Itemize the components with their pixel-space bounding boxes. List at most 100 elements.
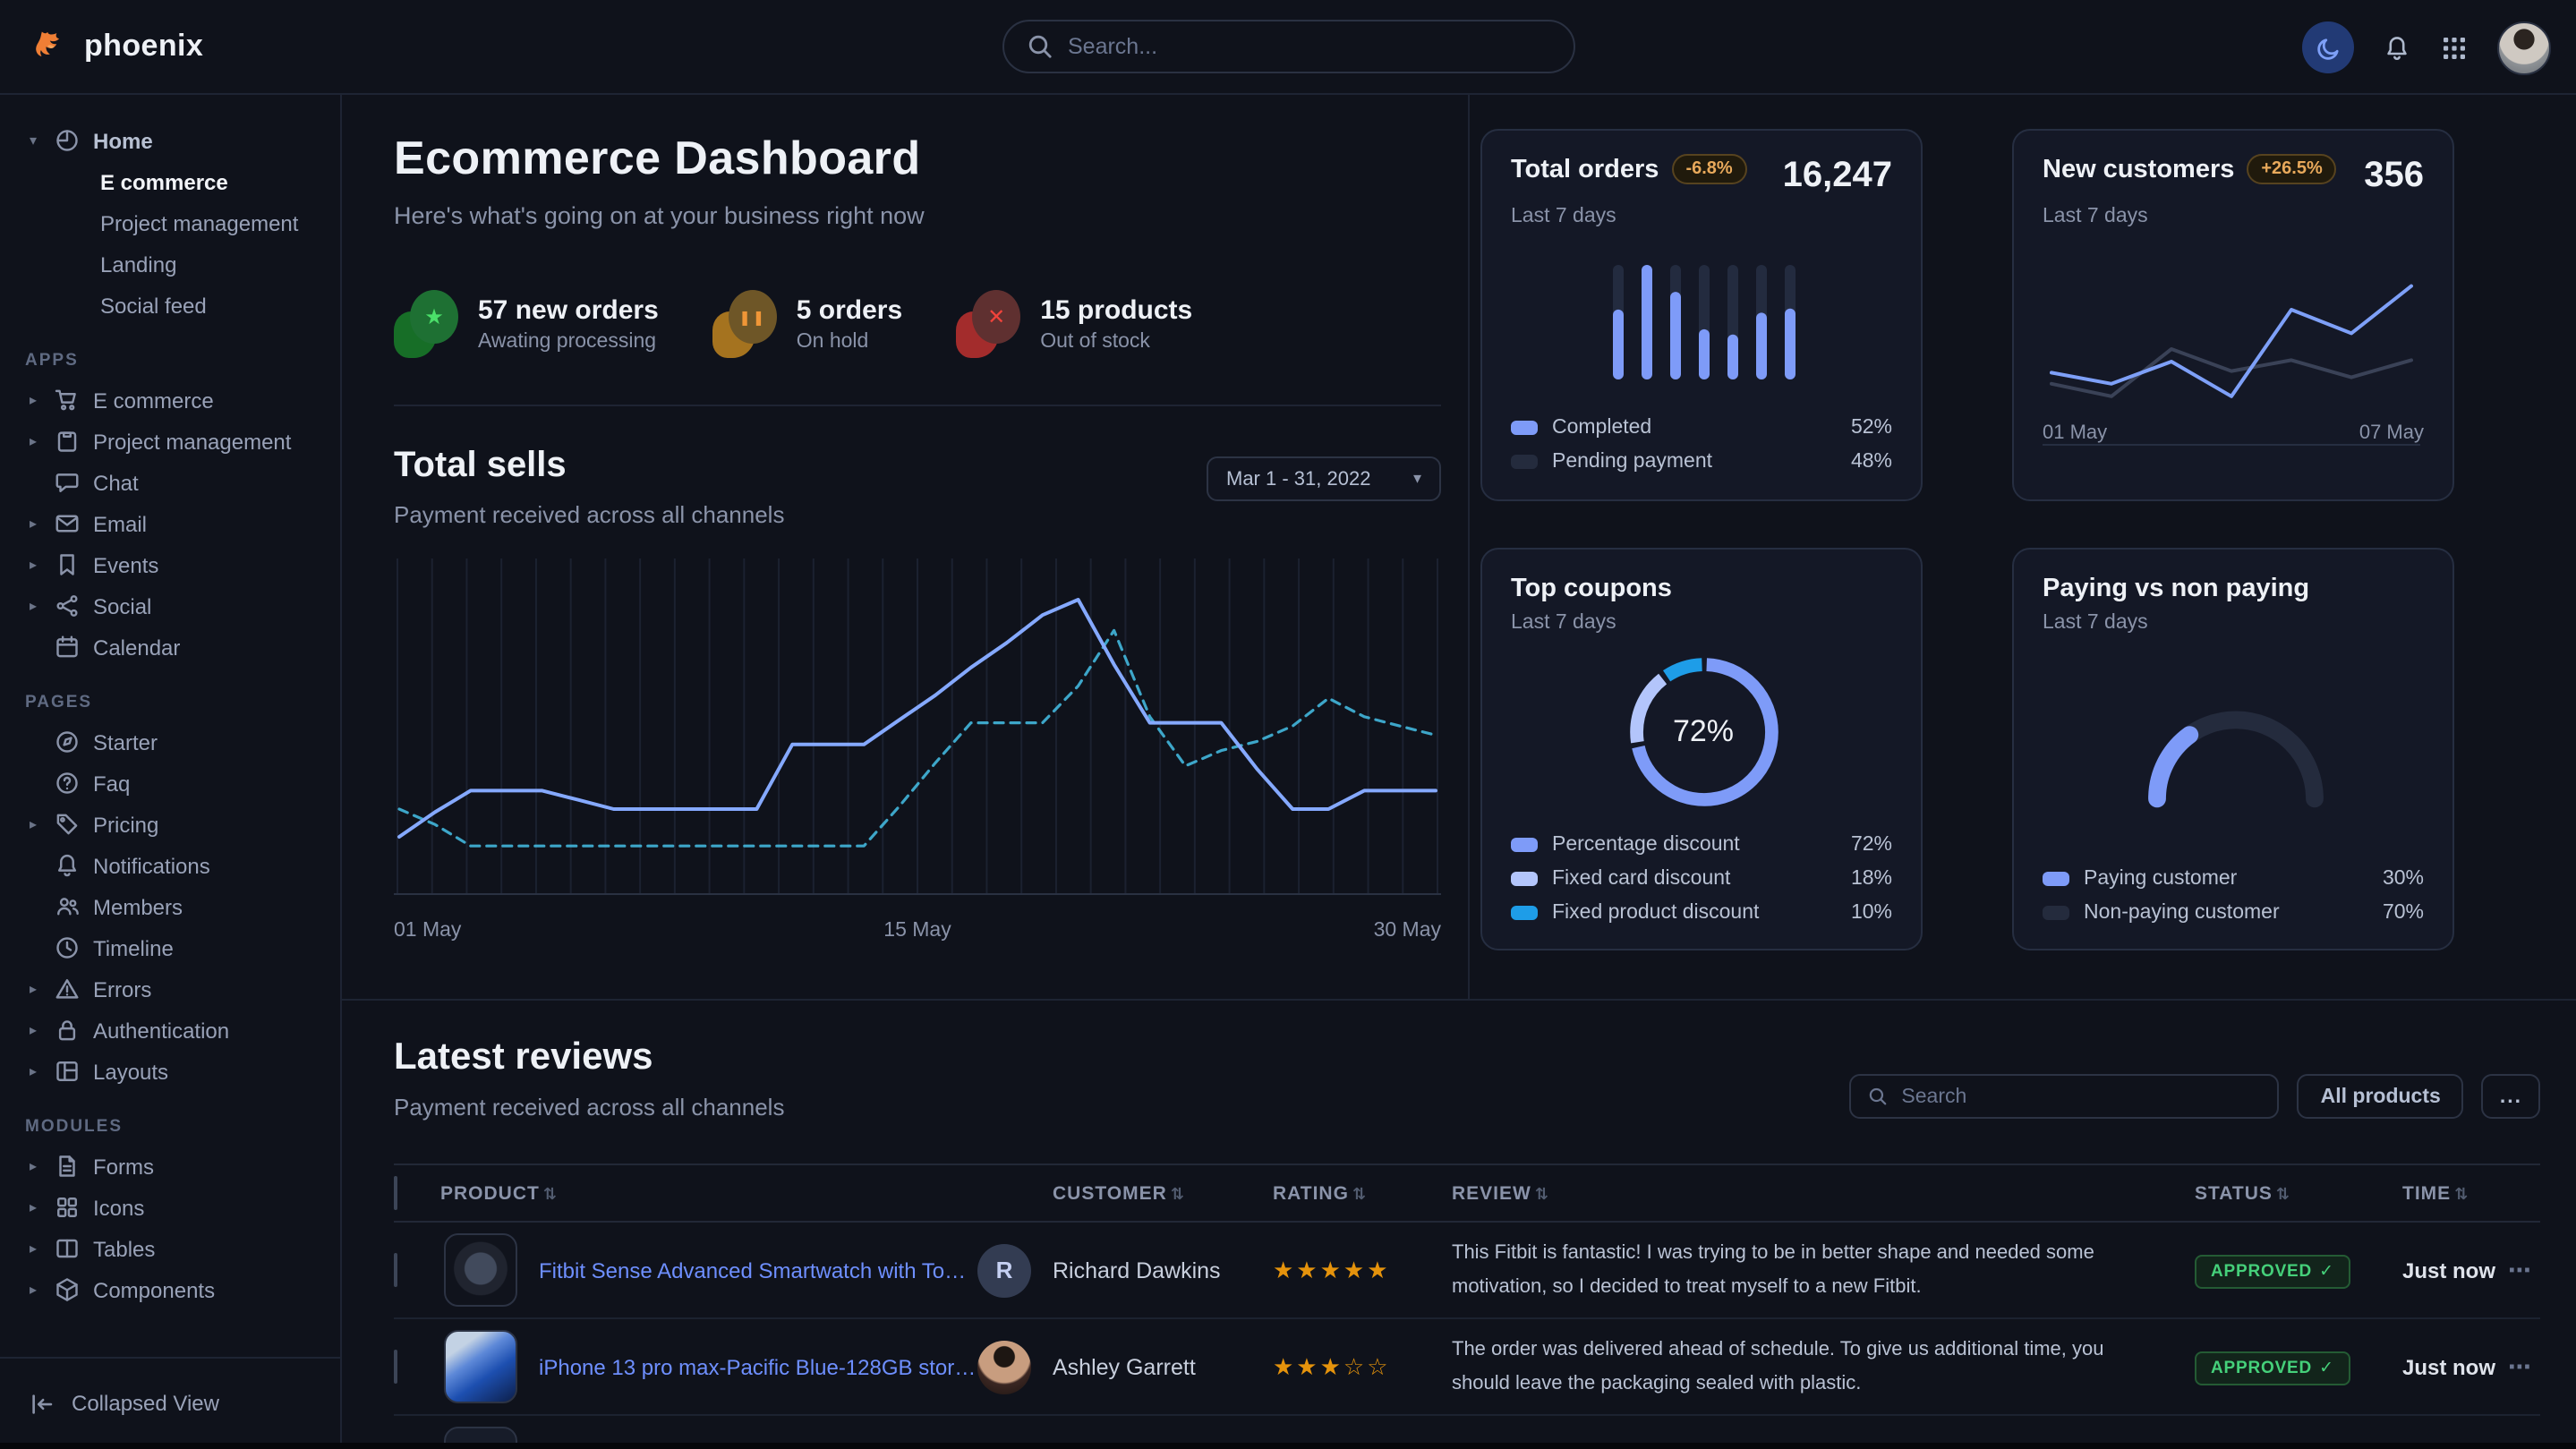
sidebar-item-label: Layouts (93, 1059, 168, 1084)
reviews-search[interactable] (1850, 1074, 2280, 1119)
more-options-button[interactable]: ... (2482, 1074, 2540, 1119)
sidebar-item-label: Email (93, 511, 147, 536)
sidebar-item-label: E commerce (93, 388, 214, 413)
sidebar-item-authentication[interactable]: ▸Authentication (0, 1010, 340, 1051)
sidebar-item-forms[interactable]: ▸Forms (0, 1146, 340, 1187)
caret-icon: ▸ (25, 1063, 41, 1079)
total-sells-chart (394, 553, 1441, 908)
sidebar-item-label: Chat (93, 470, 139, 495)
file-icon (54, 1153, 81, 1180)
row-actions-button[interactable]: ⋯ (2495, 1352, 2540, 1381)
rating-stars: ★★★☆☆ (1273, 1352, 1452, 1381)
sidebar-item-label: Components (93, 1277, 215, 1302)
sidebar-item-faq[interactable]: Faq (0, 763, 340, 804)
sidebar-subitem-social-feed[interactable]: Social feed (0, 285, 340, 326)
sidebar-item-timeline[interactable]: Timeline (0, 927, 340, 968)
sort-icon: ⇅ (1535, 1184, 1549, 1202)
total-orders-card: Total orders -6.8% 16,247 Last 7 days Co… (1480, 129, 1923, 501)
card-title: New customers (2043, 156, 2234, 184)
sidebar-item-pricing[interactable]: ▸Pricing (0, 804, 340, 845)
sidebar-item-label: Project management (93, 429, 291, 454)
sidebar-item-social[interactable]: ▸Social (0, 585, 340, 626)
top-navbar: phoenix (0, 0, 2576, 95)
card-value: 356 (2364, 156, 2424, 197)
theme-toggle-button[interactable] (2302, 21, 2354, 73)
legend-value: 18% (1851, 867, 1892, 889)
column-header-status[interactable]: STATUS⇅ (2177, 1182, 2377, 1204)
card-period: Last 7 days (2043, 612, 2424, 634)
brand-logo[interactable]: phoenix (30, 27, 203, 66)
paying-vs-non-paying-card: Paying vs non paying Last 7 days Paying … (2012, 548, 2454, 950)
check-icon: ✓ (2319, 1261, 2334, 1281)
box-icon (54, 1276, 81, 1303)
sidebar-item-icons[interactable]: ▸Icons (0, 1187, 340, 1228)
stat-value: 5 orders (797, 295, 902, 326)
global-search[interactable] (1002, 20, 1574, 73)
row-checkbox[interactable] (394, 1349, 397, 1383)
user-avatar[interactable] (2497, 21, 2551, 74)
column-header-review[interactable]: REVIEW⇅ (1452, 1182, 2177, 1204)
sidebar-item-components[interactable]: ▸ Components (0, 1269, 340, 1310)
stat-star: ★57 new ordersAwating processing (394, 290, 659, 358)
product-link[interactable]: Fitbit Sense Advanced Smartwatch with To… (539, 1257, 977, 1283)
card-period: Last 7 days (1511, 206, 1892, 227)
tag-icon (54, 811, 81, 838)
legend-item: Pending payment48% (1511, 444, 1892, 478)
legend-label: Completed (1552, 416, 1651, 438)
people-icon (54, 893, 81, 920)
sidebar-subitem-project-management[interactable]: Project management (0, 202, 340, 243)
table-header-row: PRODUCT⇅ CUSTOMER⇅ RATING⇅ REVIEW⇅ STATU… (394, 1163, 2540, 1223)
sidebar-subitem-e-commerce[interactable]: E commerce (0, 161, 340, 202)
product-link[interactable]: iPhone 13 pro max-Pacific Blue-128GB sto… (539, 1354, 977, 1379)
sidebar-item-starter[interactable]: Starter (0, 721, 340, 763)
card-title: Paying vs non paying (2043, 575, 2309, 603)
sidebar-item-home[interactable]: ▾Home (0, 120, 340, 161)
sidebar-item-tables[interactable]: ▸Tables (0, 1228, 340, 1269)
card-value: 16,247 (1783, 156, 1892, 197)
star-status-icon: ★ (394, 290, 458, 358)
sidebar-item-label: Icons (93, 1195, 144, 1220)
legend-label: Non-paying customer (2084, 901, 2280, 923)
sort-icon: ⇅ (1171, 1184, 1185, 1202)
collapse-sidebar-button[interactable]: Collapsed View (0, 1356, 340, 1449)
sort-icon: ⇅ (2276, 1184, 2290, 1202)
select-all-checkbox[interactable] (394, 1175, 397, 1209)
sidebar-item-layouts[interactable]: ▸ Layouts (0, 1051, 340, 1092)
caret-icon: ▸ (25, 1240, 41, 1257)
sidebar-item-errors[interactable]: ▸Errors (0, 968, 340, 1010)
sidebar-item-e-commerce[interactable]: ▸E commerce (0, 379, 340, 421)
column-header-rating[interactable]: RATING⇅ (1273, 1182, 1452, 1204)
caret-icon: ▸ (25, 516, 41, 532)
sidebar-subitem-landing[interactable]: Landing (0, 243, 340, 285)
stat-value: 57 new orders (478, 295, 659, 326)
column-header-customer[interactable]: CUSTOMER⇅ (977, 1182, 1273, 1204)
legend-item: Fixed product discount10% (1511, 895, 1892, 929)
all-products-button[interactable]: All products (2298, 1074, 2464, 1119)
sidebar-item-chat[interactable]: Chat (0, 462, 340, 503)
sidebar-item-calendar[interactable]: Calendar (0, 626, 340, 668)
sort-icon: ⇅ (2454, 1184, 2469, 1202)
search-input[interactable] (1068, 34, 1551, 59)
column-header-time[interactable]: TIME⇅ (2377, 1182, 2495, 1204)
sidebar-item-events[interactable]: ▸Events (0, 544, 340, 585)
lock-icon (54, 1017, 81, 1044)
sidebar-item-members[interactable]: Members (0, 886, 340, 927)
moon-icon (2314, 33, 2342, 62)
apps-grid-button[interactable] (2440, 33, 2469, 62)
sidebar-item-notifications[interactable]: Notifications (0, 845, 340, 886)
calendar-icon (54, 634, 81, 661)
row-checkbox[interactable] (394, 1252, 397, 1286)
x-label-end: 30 May (1374, 920, 1441, 942)
reviews-search-input[interactable] (1901, 1086, 2261, 1107)
date-range-select[interactable]: Mar 1 - 31, 2022 ▾ (1207, 456, 1441, 501)
column-header-product[interactable]: PRODUCT⇅ (440, 1182, 977, 1204)
stats-divider (394, 405, 1441, 406)
caret-icon: ▸ (25, 1282, 41, 1298)
row-actions-button[interactable]: ⋯ (2495, 1256, 2540, 1284)
sidebar-item-email[interactable]: ▸ Email (0, 503, 340, 544)
card-period: Last 7 days (1511, 612, 1892, 634)
sidebar-item-label: Starter (93, 729, 158, 754)
sidebar-item-project-management[interactable]: ▸Project management (0, 421, 340, 462)
checkbox-cell (394, 1351, 440, 1383)
notifications-button[interactable] (2383, 33, 2411, 62)
